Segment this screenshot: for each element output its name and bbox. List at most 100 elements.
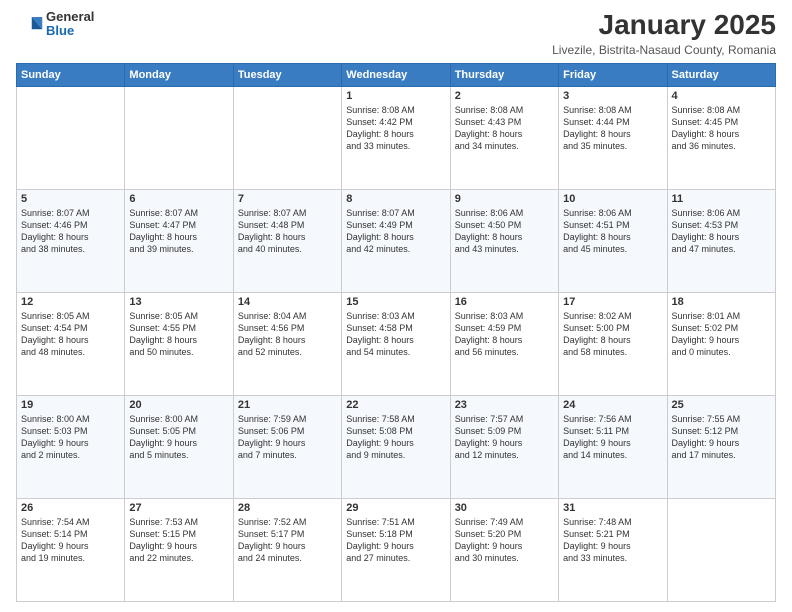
calendar-day-cell: 2 Sunrise: 8:08 AM Sunset: 4:43 PM Daylig… bbox=[450, 86, 558, 189]
calendar-week-row: 26 Sunrise: 7:54 AM Sunset: 5:14 PM Dayli… bbox=[17, 498, 776, 601]
day-info: Sunrise: 8:00 AM Sunset: 5:03 PM Dayligh… bbox=[21, 413, 120, 462]
day-number: 5 bbox=[21, 193, 120, 205]
day-number: 1 bbox=[346, 90, 445, 102]
day-info: Sunrise: 7:48 AM Sunset: 5:21 PM Dayligh… bbox=[563, 516, 662, 565]
calendar-day-cell bbox=[233, 86, 341, 189]
calendar-day-cell: 9 Sunrise: 8:06 AM Sunset: 4:50 PM Daylig… bbox=[450, 189, 558, 292]
day-number: 15 bbox=[346, 296, 445, 308]
day-number: 2 bbox=[455, 90, 554, 102]
calendar-day-cell: 12 Sunrise: 8:05 AM Sunset: 4:54 PM Dayli… bbox=[17, 292, 125, 395]
page: General Blue January 2025 Livezile, Bist… bbox=[0, 0, 792, 612]
day-number: 11 bbox=[672, 193, 771, 205]
calendar-day-cell: 29 Sunrise: 7:51 AM Sunset: 5:18 PM Dayli… bbox=[342, 498, 450, 601]
calendar-day-cell bbox=[667, 498, 775, 601]
calendar-day-cell: 10 Sunrise: 8:06 AM Sunset: 4:51 PM Dayli… bbox=[559, 189, 667, 292]
calendar-day-cell: 20Sunrise: 8:00 AM Sunset: 5:05 PM Dayli… bbox=[125, 395, 233, 498]
weekday-header: Sunday bbox=[17, 63, 125, 86]
calendar-week-row: 19Sunrise: 8:00 AM Sunset: 5:03 PM Dayli… bbox=[17, 395, 776, 498]
day-info: Sunrise: 7:57 AM Sunset: 5:09 PM Dayligh… bbox=[455, 413, 554, 462]
calendar-day-cell: 30 Sunrise: 7:49 AM Sunset: 5:20 PM Dayli… bbox=[450, 498, 558, 601]
day-number: 24 bbox=[563, 399, 662, 411]
day-info: Sunrise: 7:51 AM Sunset: 5:18 PM Dayligh… bbox=[346, 516, 445, 565]
day-info: Sunrise: 8:08 AM Sunset: 4:45 PM Dayligh… bbox=[672, 104, 771, 153]
day-number: 8 bbox=[346, 193, 445, 205]
day-number: 4 bbox=[672, 90, 771, 102]
calendar-day-cell bbox=[17, 86, 125, 189]
day-info: Sunrise: 8:06 AM Sunset: 4:50 PM Dayligh… bbox=[455, 207, 554, 256]
calendar-day-cell: 3 Sunrise: 8:08 AM Sunset: 4:44 PM Daylig… bbox=[559, 86, 667, 189]
day-info: Sunrise: 8:08 AM Sunset: 4:43 PM Dayligh… bbox=[455, 104, 554, 153]
day-number: 14 bbox=[238, 296, 337, 308]
calendar-day-cell: 4 Sunrise: 8:08 AM Sunset: 4:45 PM Daylig… bbox=[667, 86, 775, 189]
logo-blue-text: Blue bbox=[46, 24, 94, 38]
calendar-day-cell: 7Sunrise: 8:07 AM Sunset: 4:48 PM Daylig… bbox=[233, 189, 341, 292]
calendar-day-cell: 5 Sunrise: 8:07 AM Sunset: 4:46 PM Daylig… bbox=[17, 189, 125, 292]
day-info: Sunrise: 8:03 AM Sunset: 4:59 PM Dayligh… bbox=[455, 310, 554, 359]
calendar-day-cell: 13Sunrise: 8:05 AM Sunset: 4:55 PM Dayli… bbox=[125, 292, 233, 395]
day-info: Sunrise: 8:07 AM Sunset: 4:47 PM Dayligh… bbox=[129, 207, 228, 256]
calendar-day-cell: 15 Sunrise: 8:03 AM Sunset: 4:58 PM Dayli… bbox=[342, 292, 450, 395]
day-number: 12 bbox=[21, 296, 120, 308]
day-number: 27 bbox=[129, 502, 228, 514]
day-info: Sunrise: 8:07 AM Sunset: 4:46 PM Dayligh… bbox=[21, 207, 120, 256]
calendar-week-row: 5 Sunrise: 8:07 AM Sunset: 4:46 PM Daylig… bbox=[17, 189, 776, 292]
day-number: 3 bbox=[563, 90, 662, 102]
day-info: Sunrise: 8:02 AM Sunset: 5:00 PM Dayligh… bbox=[563, 310, 662, 359]
calendar-day-cell: 31Sunrise: 7:48 AM Sunset: 5:21 PM Dayli… bbox=[559, 498, 667, 601]
header: General Blue January 2025 Livezile, Bist… bbox=[16, 10, 776, 57]
title-block: January 2025 Livezile, Bistrita-Nasaud C… bbox=[552, 10, 776, 57]
calendar-header-row: SundayMondayTuesdayWednesdayThursdayFrid… bbox=[17, 63, 776, 86]
calendar-day-cell: 21 Sunrise: 7:59 AM Sunset: 5:06 PM Dayli… bbox=[233, 395, 341, 498]
calendar-table: SundayMondayTuesdayWednesdayThursdayFrid… bbox=[16, 63, 776, 602]
calendar-day-cell: 26 Sunrise: 7:54 AM Sunset: 5:14 PM Dayli… bbox=[17, 498, 125, 601]
location-subtitle: Livezile, Bistrita-Nasaud County, Romani… bbox=[552, 43, 776, 57]
day-info: Sunrise: 8:00 AM Sunset: 5:05 PM Dayligh… bbox=[129, 413, 228, 462]
calendar-day-cell: 1 Sunrise: 8:08 AM Sunset: 4:42 PM Daylig… bbox=[342, 86, 450, 189]
calendar-day-cell: 24 Sunrise: 7:56 AM Sunset: 5:11 PM Dayli… bbox=[559, 395, 667, 498]
day-number: 10 bbox=[563, 193, 662, 205]
calendar-day-cell: 11Sunrise: 8:06 AM Sunset: 4:53 PM Dayli… bbox=[667, 189, 775, 292]
day-info: Sunrise: 8:05 AM Sunset: 4:54 PM Dayligh… bbox=[21, 310, 120, 359]
day-info: Sunrise: 7:54 AM Sunset: 5:14 PM Dayligh… bbox=[21, 516, 120, 565]
calendar-day-cell: 23 Sunrise: 7:57 AM Sunset: 5:09 PM Dayli… bbox=[450, 395, 558, 498]
day-number: 22 bbox=[346, 399, 445, 411]
day-number: 9 bbox=[455, 193, 554, 205]
day-number: 21 bbox=[238, 399, 337, 411]
day-info: Sunrise: 8:08 AM Sunset: 4:42 PM Dayligh… bbox=[346, 104, 445, 153]
day-number: 13 bbox=[129, 296, 228, 308]
logo-general-text: General bbox=[46, 10, 94, 24]
day-number: 16 bbox=[455, 296, 554, 308]
day-number: 25 bbox=[672, 399, 771, 411]
calendar-day-cell: 18 Sunrise: 8:01 AM Sunset: 5:02 PM Dayli… bbox=[667, 292, 775, 395]
logo-icon bbox=[16, 10, 44, 38]
day-info: Sunrise: 8:06 AM Sunset: 4:51 PM Dayligh… bbox=[563, 207, 662, 256]
day-number: 18 bbox=[672, 296, 771, 308]
calendar-week-row: 12 Sunrise: 8:05 AM Sunset: 4:54 PM Dayli… bbox=[17, 292, 776, 395]
weekday-header: Monday bbox=[125, 63, 233, 86]
day-number: 23 bbox=[455, 399, 554, 411]
day-info: Sunrise: 8:03 AM Sunset: 4:58 PM Dayligh… bbox=[346, 310, 445, 359]
day-info: Sunrise: 8:08 AM Sunset: 4:44 PM Dayligh… bbox=[563, 104, 662, 153]
weekday-header: Thursday bbox=[450, 63, 558, 86]
calendar-day-cell: 8 Sunrise: 8:07 AM Sunset: 4:49 PM Daylig… bbox=[342, 189, 450, 292]
day-number: 29 bbox=[346, 502, 445, 514]
calendar-day-cell: 25Sunrise: 7:55 AM Sunset: 5:12 PM Dayli… bbox=[667, 395, 775, 498]
day-number: 26 bbox=[21, 502, 120, 514]
day-info: Sunrise: 7:49 AM Sunset: 5:20 PM Dayligh… bbox=[455, 516, 554, 565]
day-number: 6 bbox=[129, 193, 228, 205]
calendar-day-cell: 22 Sunrise: 7:58 AM Sunset: 5:08 PM Dayli… bbox=[342, 395, 450, 498]
day-info: Sunrise: 7:56 AM Sunset: 5:11 PM Dayligh… bbox=[563, 413, 662, 462]
weekday-header: Wednesday bbox=[342, 63, 450, 86]
day-info: Sunrise: 8:07 AM Sunset: 4:49 PM Dayligh… bbox=[346, 207, 445, 256]
calendar-day-cell: 17 Sunrise: 8:02 AM Sunset: 5:00 PM Dayli… bbox=[559, 292, 667, 395]
calendar-day-cell: 19Sunrise: 8:00 AM Sunset: 5:03 PM Dayli… bbox=[17, 395, 125, 498]
day-number: 17 bbox=[563, 296, 662, 308]
day-info: Sunrise: 8:01 AM Sunset: 5:02 PM Dayligh… bbox=[672, 310, 771, 359]
calendar-day-cell: 27Sunrise: 7:53 AM Sunset: 5:15 PM Dayli… bbox=[125, 498, 233, 601]
day-number: 30 bbox=[455, 502, 554, 514]
day-info: Sunrise: 7:59 AM Sunset: 5:06 PM Dayligh… bbox=[238, 413, 337, 462]
day-info: Sunrise: 8:07 AM Sunset: 4:48 PM Dayligh… bbox=[238, 207, 337, 256]
month-title: January 2025 bbox=[552, 10, 776, 41]
day-info: Sunrise: 7:58 AM Sunset: 5:08 PM Dayligh… bbox=[346, 413, 445, 462]
weekday-header: Friday bbox=[559, 63, 667, 86]
